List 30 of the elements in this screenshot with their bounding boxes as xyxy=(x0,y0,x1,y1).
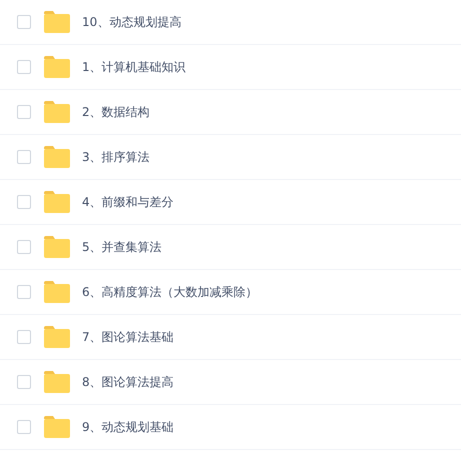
checkbox[interactable] xyxy=(17,240,31,254)
checkbox[interactable] xyxy=(17,375,31,389)
checkbox[interactable] xyxy=(17,285,31,299)
folder-icon xyxy=(44,236,70,258)
folder-icon xyxy=(44,371,70,393)
checkbox[interactable] xyxy=(17,150,31,164)
checkbox[interactable] xyxy=(17,195,31,209)
folder-icon xyxy=(44,101,70,123)
checkbox[interactable] xyxy=(17,15,31,29)
folder-icon xyxy=(44,56,70,78)
checkbox[interactable] xyxy=(17,330,31,344)
folder-name[interactable]: 4、前缀和与差分 xyxy=(82,194,174,210)
folder-name[interactable]: 1、计算机基础知识 xyxy=(82,58,186,76)
folder-name[interactable]: 6、高精度算法（大数加减乘除） xyxy=(82,284,258,300)
folder-name[interactable]: 2、数据结构 xyxy=(82,104,150,120)
folder-name[interactable]: 5、并查集算法 xyxy=(82,238,162,256)
folder-icon xyxy=(44,11,70,33)
folder-icon xyxy=(44,146,70,168)
folder-name[interactable]: 3、排序算法 xyxy=(82,148,150,166)
folder-name[interactable]: 10、动态规划提高 xyxy=(82,14,182,30)
folder-icon xyxy=(44,326,70,348)
folder-icon xyxy=(44,416,70,438)
folder-name[interactable]: 7、图论算法基础 xyxy=(82,328,174,346)
folder-icon xyxy=(44,281,70,303)
checkbox[interactable] xyxy=(17,60,31,74)
folder-name[interactable]: 9、动态规划基础 xyxy=(82,418,174,436)
checkbox[interactable] xyxy=(17,105,31,119)
folder-name[interactable]: 8、图论算法提高 xyxy=(82,374,174,390)
folder-icon xyxy=(44,191,70,213)
checkbox[interactable] xyxy=(17,420,31,434)
